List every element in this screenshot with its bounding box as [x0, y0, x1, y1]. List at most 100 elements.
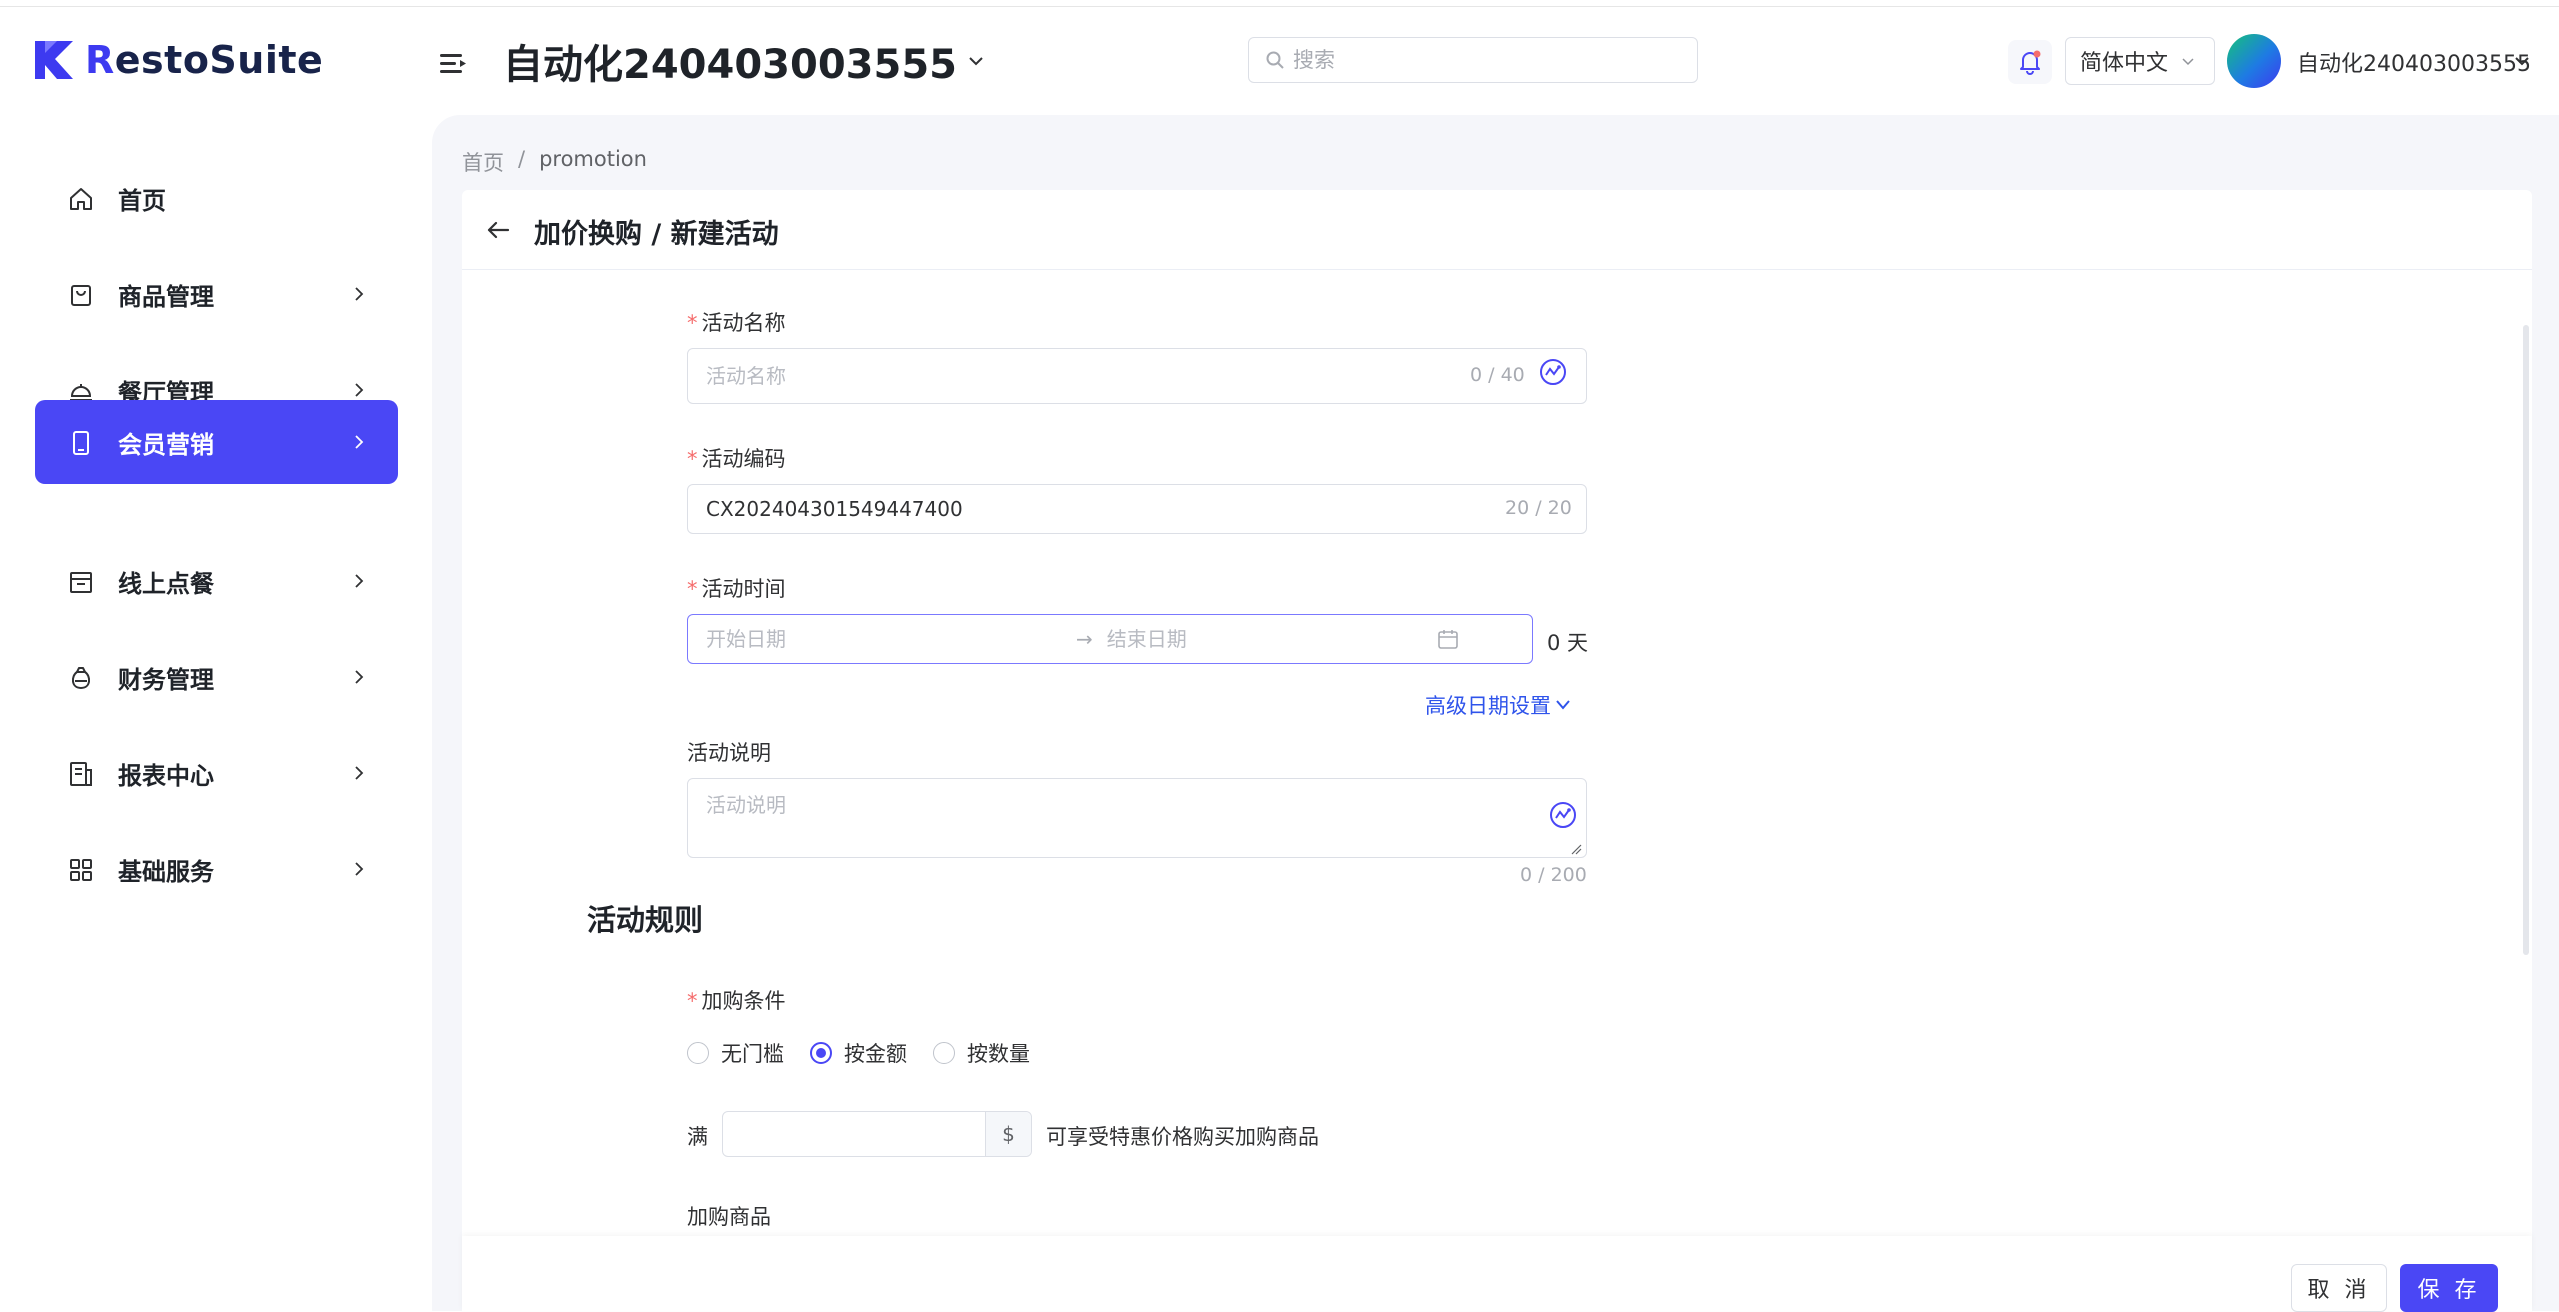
- activity-code-counter: 20 / 20: [1505, 497, 1572, 519]
- threshold-suffix: 可享受特惠价格购买加购商品: [1046, 1125, 1319, 1149]
- radio-by-amount[interactable]: 按金额: [810, 1038, 907, 1068]
- search-icon: [1266, 51, 1284, 69]
- chevron-right-icon: [355, 383, 364, 397]
- calendar-icon[interactable]: [1437, 628, 1459, 650]
- radio-no-threshold[interactable]: 无门槛: [687, 1038, 784, 1068]
- scrollbar[interactable]: [2523, 325, 2529, 955]
- chevron-down-icon: [969, 57, 983, 66]
- activity-code-field[interactable]: [687, 484, 1587, 534]
- restosuite-logo-icon: [35, 41, 73, 79]
- end-date-input[interactable]: [1106, 627, 1427, 651]
- report-icon: [70, 762, 92, 786]
- activity-description-field[interactable]: [687, 778, 1587, 858]
- activity-name-field[interactable]: [687, 348, 1587, 404]
- chevron-right-icon: [355, 766, 364, 780]
- radio-by-quantity[interactable]: 按数量: [933, 1038, 1030, 1068]
- activity-name-label: * 活动名称: [687, 311, 786, 335]
- language-select[interactable]: 简体中文: [2065, 37, 2215, 85]
- threshold-amount-input[interactable]: [737, 1122, 977, 1146]
- radio-label: 按金额: [844, 1042, 907, 1066]
- avatar[interactable]: [2227, 34, 2281, 88]
- add-on-products-label: 加购商品: [687, 1205, 771, 1229]
- brand-name: RestoSuite: [85, 38, 324, 82]
- chevron-right-icon: [355, 435, 364, 449]
- sidebar-item-finance[interactable]: 财务管理: [35, 635, 398, 719]
- chevron-down-icon: [2182, 58, 2194, 66]
- resize-handle-icon[interactable]: [1570, 843, 1582, 855]
- activity-code-input[interactable]: [706, 497, 1446, 521]
- purchase-condition-label: * 加购条件: [687, 989, 786, 1013]
- store-title: 自动化240403003555: [503, 42, 957, 88]
- advanced-date-settings-label: 高级日期设置: [1425, 694, 1551, 718]
- sidebar-item-label: 报表中心: [118, 761, 214, 790]
- radio-label: 按数量: [967, 1042, 1030, 1066]
- activity-code-label: * 活动编码: [687, 447, 786, 471]
- cancel-button[interactable]: 取 消: [2291, 1264, 2387, 1312]
- sidebar-item-home[interactable]: 首页: [35, 156, 398, 240]
- back-arrow-icon[interactable]: [484, 216, 512, 244]
- bell-icon: [2020, 50, 2041, 75]
- chevron-right-icon: [355, 862, 364, 876]
- sidebar-item-label: 商品管理: [118, 282, 214, 311]
- start-date-input[interactable]: [706, 627, 1076, 651]
- sidebar-item-basic-services[interactable]: 基础服务: [35, 827, 398, 911]
- radio-circle: [810, 1042, 832, 1064]
- grid-icon: [70, 859, 92, 881]
- ai-assist-icon[interactable]: [1548, 800, 1578, 830]
- chevron-right-icon: [355, 574, 364, 588]
- radio-circle: [687, 1042, 709, 1064]
- sidebar-item-label: 基础服务: [118, 857, 214, 886]
- breadcrumb-home[interactable]: 首页: [462, 147, 504, 177]
- breadcrumb-separator: /: [518, 147, 526, 171]
- duration-days: 0 天: [1547, 631, 1589, 655]
- sidebar-item-label: 财务管理: [118, 665, 214, 694]
- money-bag-icon: [71, 667, 91, 690]
- breadcrumb: 首页 / promotion: [462, 147, 647, 177]
- currency-suffix: $: [985, 1112, 1031, 1156]
- chevron-down-icon[interactable]: [2512, 51, 2532, 71]
- store-icon: [70, 572, 92, 593]
- sidebar-item-online-ordering[interactable]: 线上点餐: [35, 539, 398, 623]
- restosuite-logo[interactable]: RestoSuite: [33, 38, 323, 82]
- radio-label: 无门槛: [721, 1042, 784, 1066]
- card-header: 加价换购 / 新建活动: [462, 190, 2532, 270]
- sidebar-item-label: 线上点餐: [118, 569, 214, 598]
- sidebar-item-label: 会员营销: [118, 430, 214, 459]
- threshold-prefix: 满: [687, 1125, 708, 1149]
- activity-name-input[interactable]: [706, 364, 1446, 388]
- store-selector[interactable]: 自动化240403003555: [503, 36, 987, 88]
- advanced-date-settings-link[interactable]: 高级日期设置: [1425, 690, 1573, 720]
- date-range-arrow: →: [1076, 627, 1093, 651]
- sidebar-item-reports[interactable]: 报表中心: [35, 731, 398, 815]
- chevron-right-icon: [355, 670, 364, 684]
- sidebar-item-member-marketing[interactable]: 会员营销: [35, 400, 398, 484]
- sidebar-item-products[interactable]: 商品管理: [35, 252, 398, 336]
- date-range-picker[interactable]: →: [687, 614, 1533, 664]
- language-label: 简体中文: [2080, 51, 2169, 76]
- rules-section-title: 活动规则: [587, 903, 704, 937]
- activity-time-label: * 活动时间: [687, 577, 786, 601]
- sidebar-item-label: 首页: [118, 186, 166, 215]
- chevron-right-icon: [355, 287, 364, 301]
- menu-toggle-icon[interactable]: [438, 49, 468, 77]
- save-button[interactable]: 保 存: [2400, 1264, 2498, 1312]
- activity-description-label: 活动说明: [687, 741, 771, 765]
- window-top-edge: [0, 0, 2559, 7]
- notification-button[interactable]: [2008, 40, 2052, 84]
- home-icon: [70, 188, 92, 210]
- activity-name-counter: 0 / 40: [1470, 364, 1525, 386]
- activity-description-input[interactable]: [706, 789, 1506, 845]
- activity-description-counter: 0 / 200: [1520, 864, 1587, 886]
- mobile-icon: [73, 431, 89, 455]
- search-box[interactable]: [1248, 37, 1698, 83]
- shopping-bag-icon: [71, 285, 91, 306]
- breadcrumb-current: promotion: [539, 147, 647, 171]
- form-footer: 取 消 保 存: [462, 1236, 2532, 1312]
- search-input[interactable]: [1293, 48, 1673, 72]
- chevron-down-icon: [1556, 700, 1570, 710]
- page-title: 加价换购 / 新建活动: [534, 219, 779, 250]
- ai-assist-icon[interactable]: [1538, 357, 1568, 387]
- user-name[interactable]: 自动化240403003555: [2297, 46, 2531, 78]
- radio-circle: [933, 1042, 955, 1064]
- sidebar: 首页 商品管理 餐厅管理 会员营销 线上点餐 财务管理 报表中心 基础服务: [0, 120, 432, 1311]
